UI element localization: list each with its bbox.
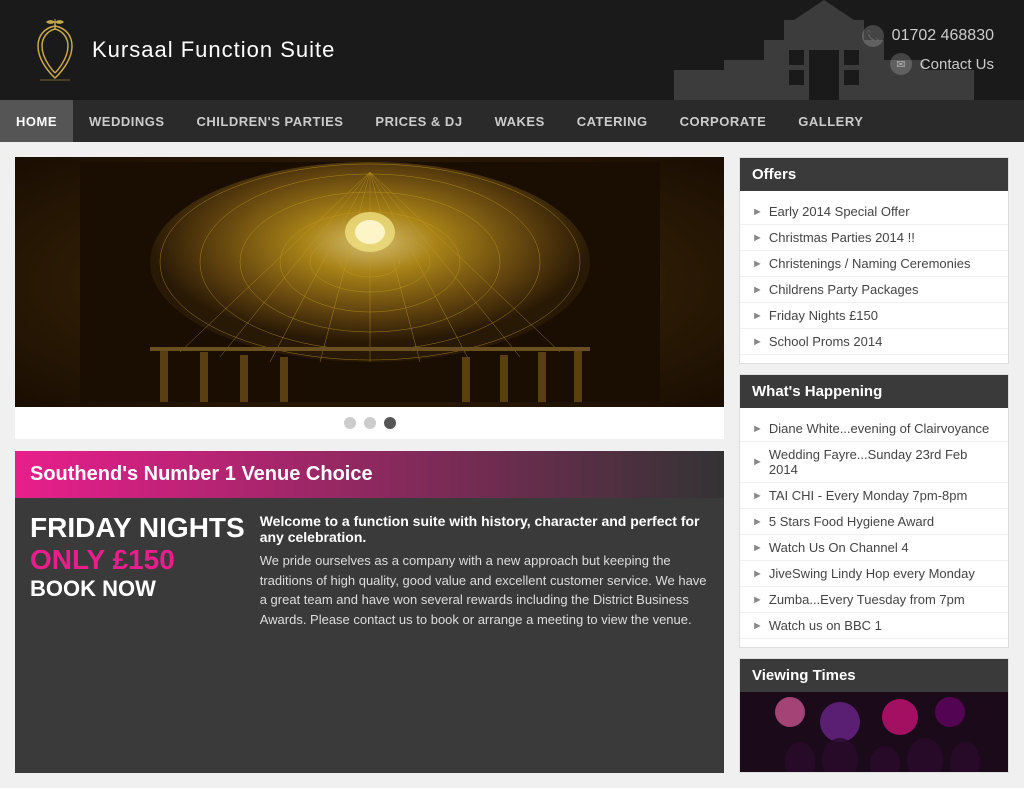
happening-arrow-7: ► (752, 620, 763, 632)
offer-item-4[interactable]: ► Friday Nights £150 (740, 303, 1008, 329)
welcome-block: Welcome to a function suite with history… (260, 513, 709, 758)
happening-item-5[interactable]: ► JiveSwing Lindy Hop every Monday (740, 561, 1008, 587)
logo-area[interactable]: Kursaal Function Suite (30, 18, 335, 83)
nav-childrens-parties[interactable]: CHILDREN'S PARTIES (181, 100, 360, 142)
building-decoration (624, 0, 1024, 100)
offers-box: Offers ► Early 2014 Special Offer ► Chri… (739, 157, 1009, 364)
content-area: FRIDAY NIGHTS ONLY £150 BOOK NOW Welcome… (15, 498, 724, 773)
arrow-icon-3: ► (752, 284, 763, 296)
happening-arrow-4: ► (752, 542, 763, 554)
nav-home[interactable]: HOME (0, 100, 73, 142)
offer-item-2[interactable]: ► Christenings / Naming Ceremonies (740, 251, 1008, 277)
arrow-icon-5: ► (752, 336, 763, 348)
happening-arrow-1: ► (752, 456, 763, 468)
viewing-times-header: Viewing Times (740, 659, 1008, 692)
happening-item-7[interactable]: ► Watch us on BBC 1 (740, 613, 1008, 639)
happening-arrow-6: ► (752, 594, 763, 606)
happening-item-4[interactable]: ► Watch Us On Channel 4 (740, 535, 1008, 561)
offers-header: Offers (740, 158, 1008, 191)
left-column: Southend's Number 1 Venue Choice FRIDAY … (15, 157, 724, 773)
nav-catering[interactable]: CATERING (561, 100, 664, 142)
offer-item-0[interactable]: ► Early 2014 Special Offer (740, 199, 1008, 225)
happening-item-3[interactable]: ► 5 Stars Food Hygiene Award (740, 509, 1008, 535)
nav-weddings[interactable]: WEDDINGS (73, 100, 181, 142)
logo-text: Kursaal Function Suite (92, 37, 335, 63)
happening-item-2[interactable]: ► TAI CHI - Every Monday 7pm-8pm (740, 483, 1008, 509)
arrow-icon-2: ► (752, 258, 763, 270)
whats-happening-list: ► Diane White...evening of Clairvoyance … (740, 408, 1008, 647)
right-column: Offers ► Early 2014 Special Offer ► Chri… (739, 157, 1009, 773)
main-container: Southend's Number 1 Venue Choice FRIDAY … (0, 142, 1024, 788)
slide-dot-3[interactable] (384, 417, 396, 429)
viewing-times-image (740, 692, 1008, 772)
happening-arrow-2: ► (752, 490, 763, 502)
friday-book: BOOK NOW (30, 576, 156, 601)
dome-svg (80, 162, 660, 402)
nav-prices-dj[interactable]: PRICES & DJ (359, 100, 478, 142)
happening-item-0[interactable]: ► Diane White...evening of Clairvoyance (740, 416, 1008, 442)
nav-corporate[interactable]: CORPORATE (664, 100, 783, 142)
slider-image (15, 157, 724, 407)
whats-happening-header: What's Happening (740, 375, 1008, 408)
offer-item-1[interactable]: ► Christmas Parties 2014 !! (740, 225, 1008, 251)
offer-item-3[interactable]: ► Childrens Party Packages (740, 277, 1008, 303)
welcome-title: Welcome to a function suite with history… (260, 513, 709, 545)
whats-happening-box: What's Happening ► Diane White...evening… (739, 374, 1009, 648)
nav-wakes[interactable]: WAKES (479, 100, 561, 142)
slide-dot-1[interactable] (344, 417, 356, 429)
viewing-times-box: Viewing Times (739, 658, 1009, 773)
offers-list: ► Early 2014 Special Offer ► Christmas P… (740, 191, 1008, 363)
slider-dots (15, 407, 724, 439)
welcome-body: We pride ourselves as a company with a n… (260, 551, 709, 629)
site-header: Kursaal Function Suite 📞 01702 468830 ✉ … (0, 0, 1024, 100)
nav-gallery[interactable]: GALLERY (782, 100, 879, 142)
happening-item-6[interactable]: ► Zumba...Every Tuesday from 7pm (740, 587, 1008, 613)
friday-sub-container: ONLY £150 BOOK NOW (30, 544, 245, 602)
happening-item-1[interactable]: ► Wedding Fayre...Sunday 23rd Feb 2014 (740, 442, 1008, 483)
happening-arrow-0: ► (752, 423, 763, 435)
arrow-icon-4: ► (752, 310, 763, 322)
offer-item-5[interactable]: ► School Proms 2014 (740, 329, 1008, 355)
promo-bar: Southend's Number 1 Venue Choice (15, 451, 724, 498)
viewing-times-photo (740, 692, 1008, 772)
happening-arrow-3: ► (752, 516, 763, 528)
slide-dot-2[interactable] (364, 417, 376, 429)
logo-icon (30, 18, 80, 83)
main-nav: HOME WEDDINGS CHILDREN'S PARTIES PRICES … (0, 100, 1024, 142)
image-slider (15, 157, 724, 407)
promo-text: Southend's Number 1 Venue Choice (30, 463, 373, 485)
friday-nights-block: FRIDAY NIGHTS ONLY £150 BOOK NOW (30, 513, 245, 758)
friday-price: ONLY £150 (30, 544, 175, 575)
arrow-icon-0: ► (752, 206, 763, 218)
arrow-icon-1: ► (752, 232, 763, 244)
happening-arrow-5: ► (752, 568, 763, 580)
friday-title: FRIDAY NIGHTS (30, 513, 245, 544)
